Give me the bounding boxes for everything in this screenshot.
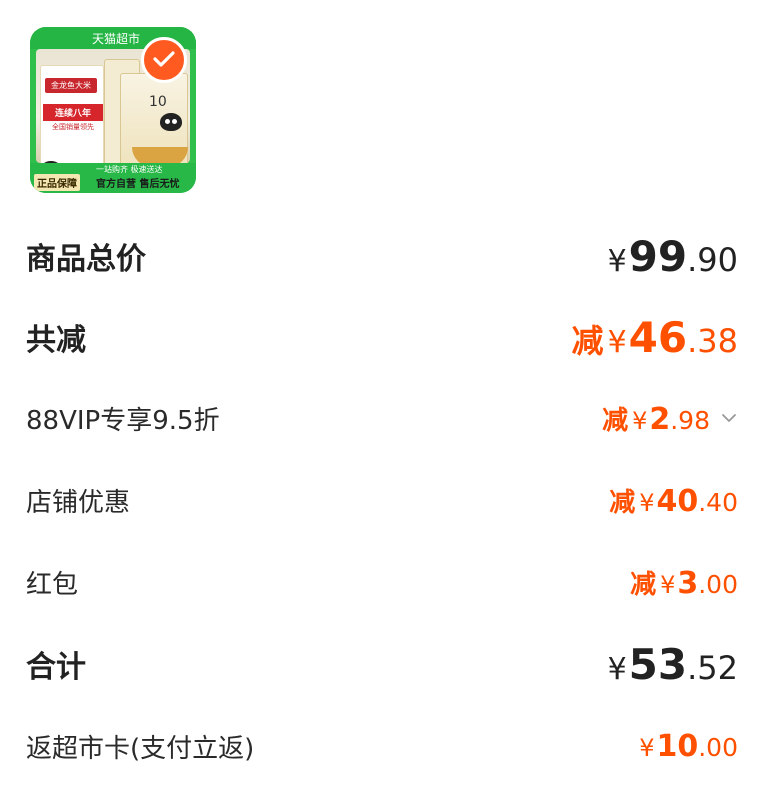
row-label: 88VIP专享9.5折 (26, 405, 220, 436)
row-label: 共减 (26, 323, 86, 358)
value-integer: 53 (628, 639, 688, 689)
currency-symbol: ¥ (660, 570, 676, 599)
row-value: 减 ¥ 46 .38 (572, 313, 738, 362)
value-decimal: .90 (687, 240, 738, 279)
row-label: 合计 (26, 650, 86, 685)
value-integer: 2 (649, 401, 671, 437)
price-row-total: 合计 ¥ 53 .52 (26, 640, 738, 689)
row-label: 商品总价 (26, 242, 146, 277)
selected-check-badge[interactable] (141, 37, 187, 83)
value-integer: 3 (677, 565, 699, 601)
value-decimal: .38 (687, 321, 738, 360)
banner-text: 天猫超市 (92, 32, 141, 46)
row-value: 减 ¥ 3 .00 (630, 564, 738, 601)
row-label: 红包 (26, 569, 79, 600)
price-row-subtotal: 商品总价 ¥ 99 .90 (26, 232, 738, 281)
row-value: ¥ 10 .00 (639, 729, 738, 764)
currency-symbol: ¥ (639, 488, 655, 517)
row-value: ¥ 53 .52 (608, 640, 738, 689)
currency-symbol: ¥ (607, 324, 627, 360)
currency-symbol: ¥ (607, 243, 627, 279)
value-integer: 10 (656, 728, 699, 764)
discount-prefix: 减 (630, 569, 657, 600)
bag-sub-text: 全国销量领先 (52, 123, 94, 131)
value-integer: 40 (656, 483, 699, 519)
check-icon (153, 51, 175, 67)
service-text: 官方自营 售后无忧 (96, 179, 180, 190)
chevron-down-icon[interactable] (720, 409, 738, 427)
price-row-red-packet: 红包 减 ¥ 3 .00 (26, 562, 738, 602)
row-value: 减 ¥ 40 .40 (609, 482, 738, 519)
currency-symbol: ¥ (639, 733, 655, 762)
price-row-total-discount: 共减 减 ¥ 46 .38 (26, 313, 738, 362)
value-integer: 46 (628, 312, 688, 362)
discount-prefix: 减 (609, 487, 636, 518)
bag-brand-text: 金龙鱼大米 (45, 78, 97, 93)
row-label: 返超市卡(支付立返) (26, 733, 255, 764)
guarantee-badge: 正品保障 (34, 174, 80, 191)
price-row-store-discount: 店铺优惠 减 ¥ 40 .40 (26, 480, 738, 520)
row-value: ¥ 99 .90 (608, 232, 738, 281)
value-decimal: .00 (698, 569, 738, 599)
row-value: 减 ¥ 2 .98 (602, 400, 738, 437)
currency-symbol: ¥ (607, 651, 627, 687)
value-integer: 99 (628, 231, 688, 281)
value-decimal: .40 (698, 487, 738, 517)
bag-slogan-text: 连续八年 (43, 104, 103, 121)
bag-weight-text: 10 (149, 94, 167, 110)
thumbnail-tagline: 一站购齐 极速送达 (96, 165, 163, 174)
value-decimal: .00 (698, 732, 738, 762)
value-decimal: .98 (670, 405, 710, 435)
row-label: 店铺优惠 (26, 487, 131, 518)
tmall-cat-icon (160, 113, 182, 131)
price-row-vip-discount[interactable]: 88VIP专享9.5折 减 ¥ 2 .98 (26, 398, 738, 438)
discount-prefix: 减 (571, 321, 604, 360)
value-decimal: .52 (687, 648, 738, 687)
currency-symbol: ¥ (632, 406, 648, 435)
price-row-cashback-card: 返超市卡(支付立返) ¥ 10 .00 (26, 726, 738, 766)
discount-prefix: 减 (602, 405, 629, 436)
